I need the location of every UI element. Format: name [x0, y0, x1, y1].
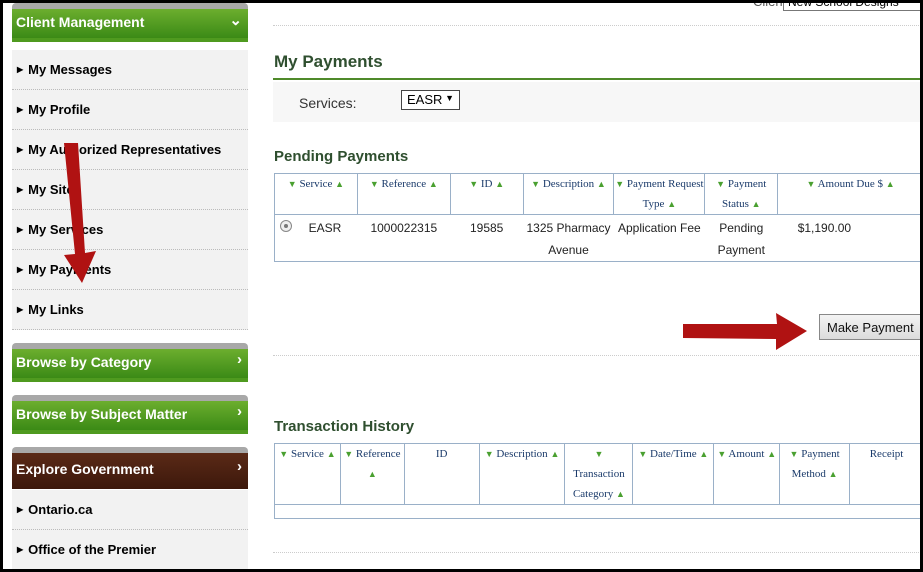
description-cell: 1325 Pharmacy Avenue [526, 221, 611, 257]
chevron-right-icon: › [237, 458, 242, 475]
sidebar-item-my-payments[interactable]: ▶ My Payments [12, 250, 248, 290]
browse-by-subject-label: Browse by Subject Matter [16, 406, 188, 422]
make-payment-button[interactable]: Make Payment [819, 314, 920, 340]
sidebar-item-my-profile[interactable]: ▶ My Profile [12, 90, 248, 130]
request-type-cell: Application Fee [618, 221, 701, 235]
table-row [275, 505, 921, 519]
pending-payments-heading: Pending Payments [274, 148, 409, 165]
title-divider [273, 78, 920, 80]
col-header-description[interactable]: ▼ Description ▲ [478, 443, 566, 505]
transaction-history-table: ▼ Service ▲ ▼ Reference ▲ ID ▼ Descripti… [274, 443, 921, 519]
triangle-right-icon: ▶ [17, 65, 24, 74]
reference-cell: 1000022315 [370, 221, 438, 235]
page-title: My Payments [274, 52, 383, 71]
col-header-id[interactable]: ▼ ID ▲ [449, 173, 524, 215]
sidebar-item-ontario[interactable]: ▶ Ontario.ca [12, 490, 248, 530]
select-radio[interactable] [280, 220, 292, 232]
triangle-right-icon: ▶ [17, 105, 24, 114]
amount-cell: $1,190.00 [797, 221, 852, 235]
table-row[interactable]: EASR 1000022315 19585 1325 Pharmacy Aven… [275, 215, 921, 262]
explore-government-label: Explore Government [16, 461, 154, 477]
services-filter-row [273, 82, 920, 122]
col-header-receipt[interactable]: Receipt [849, 443, 920, 505]
triangle-right-icon: ▶ [17, 265, 24, 274]
sidebar-item-label: My Messages [28, 62, 112, 77]
chevron-right-icon: › [237, 403, 242, 420]
sidebar-item-label: Office of the Premier [28, 542, 157, 557]
service-cell: EASR [275, 215, 358, 262]
sidebar-item-my-messages[interactable]: ▶ My Messages [12, 50, 248, 90]
triangle-right-icon: ▶ [17, 505, 24, 514]
services-select[interactable]: EASR ▼ [401, 90, 460, 110]
client-management-label: Client Management [16, 14, 145, 30]
services-select-value: EASR [407, 92, 443, 107]
transaction-history-heading: Transaction History [274, 418, 415, 435]
col-header-payment-request-type[interactable]: ▼ Payment Request Type ▲ [613, 173, 706, 215]
explore-government-header[interactable]: Explore Government › [12, 447, 248, 489]
triangle-right-icon: ▶ [17, 185, 24, 194]
col-header-payment-status[interactable]: ▼ Payment Status ▲ [704, 173, 779, 215]
sidebar: Client Management ⌄ ▶ My Messages ▶ My Pro… [12, 3, 248, 569]
main-content: Client: New School Designs My Payments S… [273, 3, 921, 569]
chevron-right-icon: › [237, 351, 242, 368]
browse-by-subject-header[interactable]: Browse by Subject Matter › [12, 395, 248, 434]
services-label: Services: [299, 95, 357, 111]
sidebar-item-premier[interactable]: ▶ Office of the Premier [12, 530, 248, 569]
triangle-right-icon: ▶ [17, 545, 24, 554]
caret-down-icon: ▼ [445, 93, 454, 103]
col-header-date-time[interactable]: ▼ Date/Time ▲ [632, 443, 715, 505]
annotation-arrow-right-icon [683, 313, 807, 350]
client-select[interactable]: New School Designs [783, 3, 920, 11]
chevron-down-icon: ⌄ [229, 12, 242, 29]
sidebar-item-my-links[interactable]: ▶ My Links [12, 290, 248, 330]
annotation-arrow-down-icon [64, 143, 96, 283]
col-header-reference[interactable]: ▼ Reference ▲ [339, 443, 405, 505]
sidebar-item-label: My Profile [28, 102, 91, 117]
col-header-reference[interactable]: ▼ Reference ▲ [356, 173, 451, 215]
pending-payments-table: ▼ Service ▲ ▼ Reference ▲ ▼ ID ▲ ▼ Descr… [274, 173, 921, 262]
col-header-amount-due[interactable]: ▼ Amount Due $ ▲ [777, 173, 920, 215]
col-header-description[interactable]: ▼ Description ▲ [522, 173, 615, 215]
col-header-id[interactable]: ID [403, 443, 480, 505]
sidebar-item-my-authorized-representatives[interactable]: ▶ My Authorized Representatives [12, 130, 248, 170]
status-cell: Pending Payment [717, 221, 765, 257]
col-header-transaction-category[interactable]: ▼ Transaction Category ▲ [564, 443, 634, 505]
gov-nav-list: ▶ Ontario.ca ▶ Office of the Premier [12, 490, 248, 569]
triangle-right-icon: ▶ [17, 145, 24, 154]
triangle-right-icon: ▶ [17, 305, 24, 314]
sidebar-item-label: Ontario.ca [28, 502, 93, 517]
triangle-right-icon: ▶ [17, 225, 24, 234]
client-nav-list: ▶ My Messages ▶ My Profile ▶ My Authorized … [12, 50, 248, 330]
col-header-amount[interactable]: ▼ Amount ▲ [713, 443, 781, 505]
col-header-service[interactable]: ▼ Service ▲ [274, 443, 341, 505]
sidebar-item-my-services[interactable]: ▶ My Services [12, 210, 248, 250]
col-header-payment-method[interactable]: ▼ Payment Method ▲ [779, 443, 851, 505]
sidebar-item-my-sites[interactable]: ▶ My Sites [12, 170, 248, 210]
client-management-header[interactable]: Client Management ⌄ [12, 3, 248, 42]
window-frame: Client Management ⌄ ▶ My Messages ▶ My Pro… [0, 0, 923, 572]
col-header-service[interactable]: ▼ Service ▲ [274, 173, 358, 215]
browse-by-category-header[interactable]: Browse by Category › [12, 343, 248, 382]
id-cell: 19585 [469, 221, 504, 235]
browse-by-category-label: Browse by Category [16, 354, 152, 370]
sidebar-item-label: My Links [28, 302, 84, 317]
